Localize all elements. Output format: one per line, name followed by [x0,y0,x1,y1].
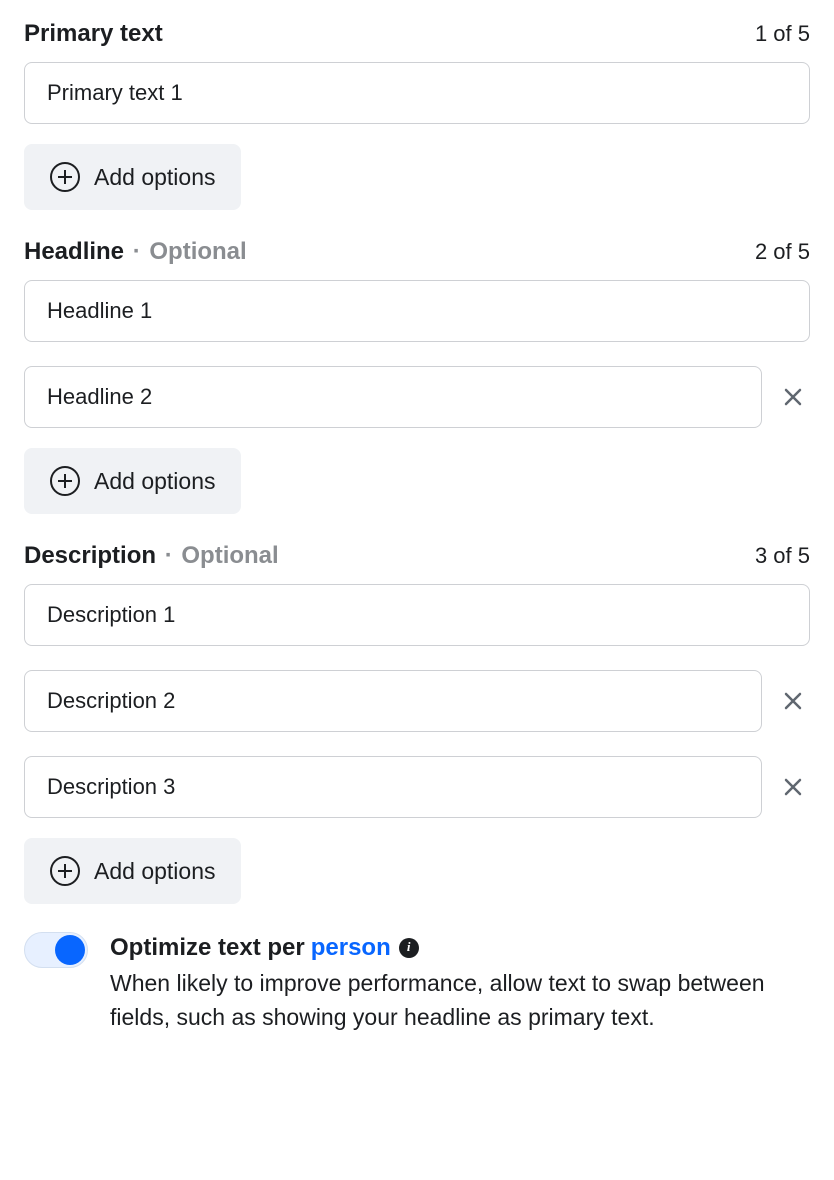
close-icon [783,777,803,797]
optimize-description: When likely to improve performance, allo… [110,967,810,1034]
primary-text-title-label: Primary text [24,20,163,47]
separator-dot: · [165,542,173,569]
section-title: Primary text [24,20,163,48]
headline-input-row-2 [24,366,810,428]
optional-label: Optional [149,238,246,265]
optimize-toggle[interactable] [24,932,88,968]
add-options-label: Add options [94,164,215,191]
add-options-label: Add options [94,468,215,495]
section-header: Headline · Optional 2 of 5 [24,238,810,266]
separator-dot: · [133,238,141,265]
description-input-row-3 [24,756,810,818]
primary-text-counter: 1 of 5 [755,21,810,47]
plus-circle-icon [50,856,80,886]
description-add-options-button[interactable]: Add options [24,838,241,904]
description-counter: 3 of 5 [755,543,810,569]
primary-text-add-options-button[interactable]: Add options [24,144,241,210]
add-options-label: Add options [94,858,215,885]
toggle-knob [55,935,85,965]
headline-input-row-1 [24,280,810,342]
info-icon[interactable]: i [399,938,419,958]
close-icon [783,691,803,711]
section-title: Description · Optional [24,542,279,570]
description-input-1[interactable] [24,584,810,646]
primary-text-input-1[interactable] [24,62,810,124]
optional-label: Optional [181,542,278,569]
headline-section: Headline · Optional 2 of 5 Add options [24,238,810,514]
close-icon [783,387,803,407]
headline-title-label: Headline [24,238,124,265]
headline-add-options-button[interactable]: Add options [24,448,241,514]
description-remove-button-2[interactable] [776,684,810,718]
optimize-title-prefix: Optimize text per [110,932,305,963]
optimize-person-link[interactable]: person [311,932,391,963]
optimize-text-block: Optimize text per person i When likely t… [110,932,810,1034]
headline-remove-button-2[interactable] [776,380,810,414]
section-header: Description · Optional 3 of 5 [24,542,810,570]
plus-circle-icon [50,162,80,192]
description-input-2[interactable] [24,670,762,732]
headline-input-2[interactable] [24,366,762,428]
description-section: Description · Optional 3 of 5 Add option… [24,542,810,904]
headline-counter: 2 of 5 [755,239,810,265]
description-title-label: Description [24,542,156,569]
description-input-row-2 [24,670,810,732]
section-header: Primary text 1 of 5 [24,20,810,48]
optimize-toggle-section: Optimize text per person i When likely t… [24,932,810,1034]
section-title: Headline · Optional [24,238,247,266]
plus-circle-icon [50,466,80,496]
description-input-row-1 [24,584,810,646]
primary-text-section: Primary text 1 of 5 Add options [24,20,810,210]
primary-text-input-row [24,62,810,124]
optimize-title: Optimize text per person i [110,932,810,963]
headline-input-1[interactable] [24,280,810,342]
description-remove-button-3[interactable] [776,770,810,804]
description-input-3[interactable] [24,756,762,818]
